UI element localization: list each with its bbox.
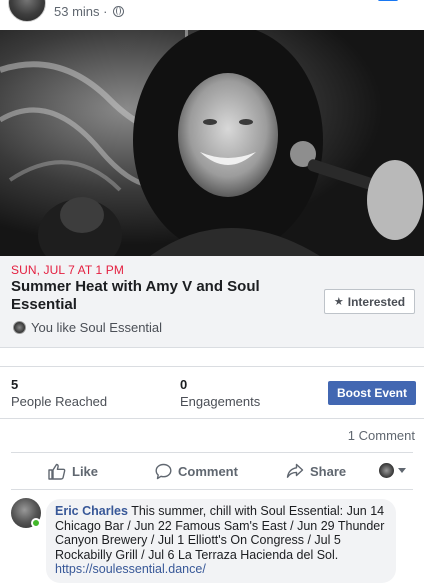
online-status-dot [31, 518, 41, 528]
divider [11, 452, 413, 453]
thumbs-up-icon [48, 463, 66, 480]
interested-button[interactable]: ★ Interested [324, 289, 415, 314]
boost-event-button[interactable]: Boost Event [328, 381, 416, 405]
comment-item: Eric Charles This summer, chill with Sou… [0, 496, 424, 584]
engagements-label: Engagements [180, 394, 261, 409]
comment-link[interactable]: https://soulessential.dance/ [55, 562, 387, 577]
event-title[interactable]: Summer Heat with Amy V and Soul Essentia… [11, 278, 301, 314]
engagements-value: 0 [180, 377, 188, 392]
people-reached-value: 5 [11, 377, 19, 392]
reaction-identity-selector[interactable] [379, 463, 406, 478]
like-label: Like [72, 464, 99, 479]
share-button[interactable]: Share [286, 463, 346, 479]
post-action-bar: Like Comment Share [0, 455, 424, 488]
interested-label: Interested [347, 294, 406, 309]
page-avatar-small [379, 463, 394, 478]
share-label: Share [310, 463, 347, 479]
event-stats: 5 People Reached 0 Engagements Boost Eve… [0, 367, 424, 417]
globe-icon [113, 6, 125, 17]
caret-down-icon [398, 468, 406, 473]
event-date: SUN, JUL 7 AT 1 PM [11, 263, 124, 277]
comment-button[interactable]: Comment [155, 463, 238, 480]
comment-author[interactable]: Eric Charles [55, 504, 128, 518]
share-arrow-icon [286, 463, 304, 479]
post-time-text: 53 mins · [54, 4, 112, 19]
page-avatar-small [13, 321, 26, 334]
comments-count[interactable]: 1 Comment [348, 428, 415, 443]
page-like-info: You like Soul Essential [13, 320, 162, 335]
post-header: 53 mins · [0, 0, 424, 30]
star-icon: ★ [333, 296, 344, 308]
people-reached-label: People Reached [11, 394, 108, 409]
cover-photo-image [0, 30, 424, 256]
event-cover-photo[interactable] [0, 30, 424, 256]
page-like-text: You like Soul Essential [31, 320, 163, 335]
page-avatar[interactable] [8, 0, 46, 22]
post-timestamp[interactable]: 53 mins · [54, 4, 125, 19]
divider [11, 489, 413, 490]
comment-bubble: Eric Charles This summer, chill with Sou… [46, 499, 396, 583]
event-info-panel: SUN, JUL 7 AT 1 PM Summer Heat with Amy … [0, 256, 424, 348]
speech-bubble-icon [155, 463, 172, 480]
options-icon[interactable] [378, 0, 398, 1]
divider [0, 418, 424, 419]
like-button[interactable]: Like [48, 463, 98, 480]
comment-label: Comment [178, 464, 238, 479]
